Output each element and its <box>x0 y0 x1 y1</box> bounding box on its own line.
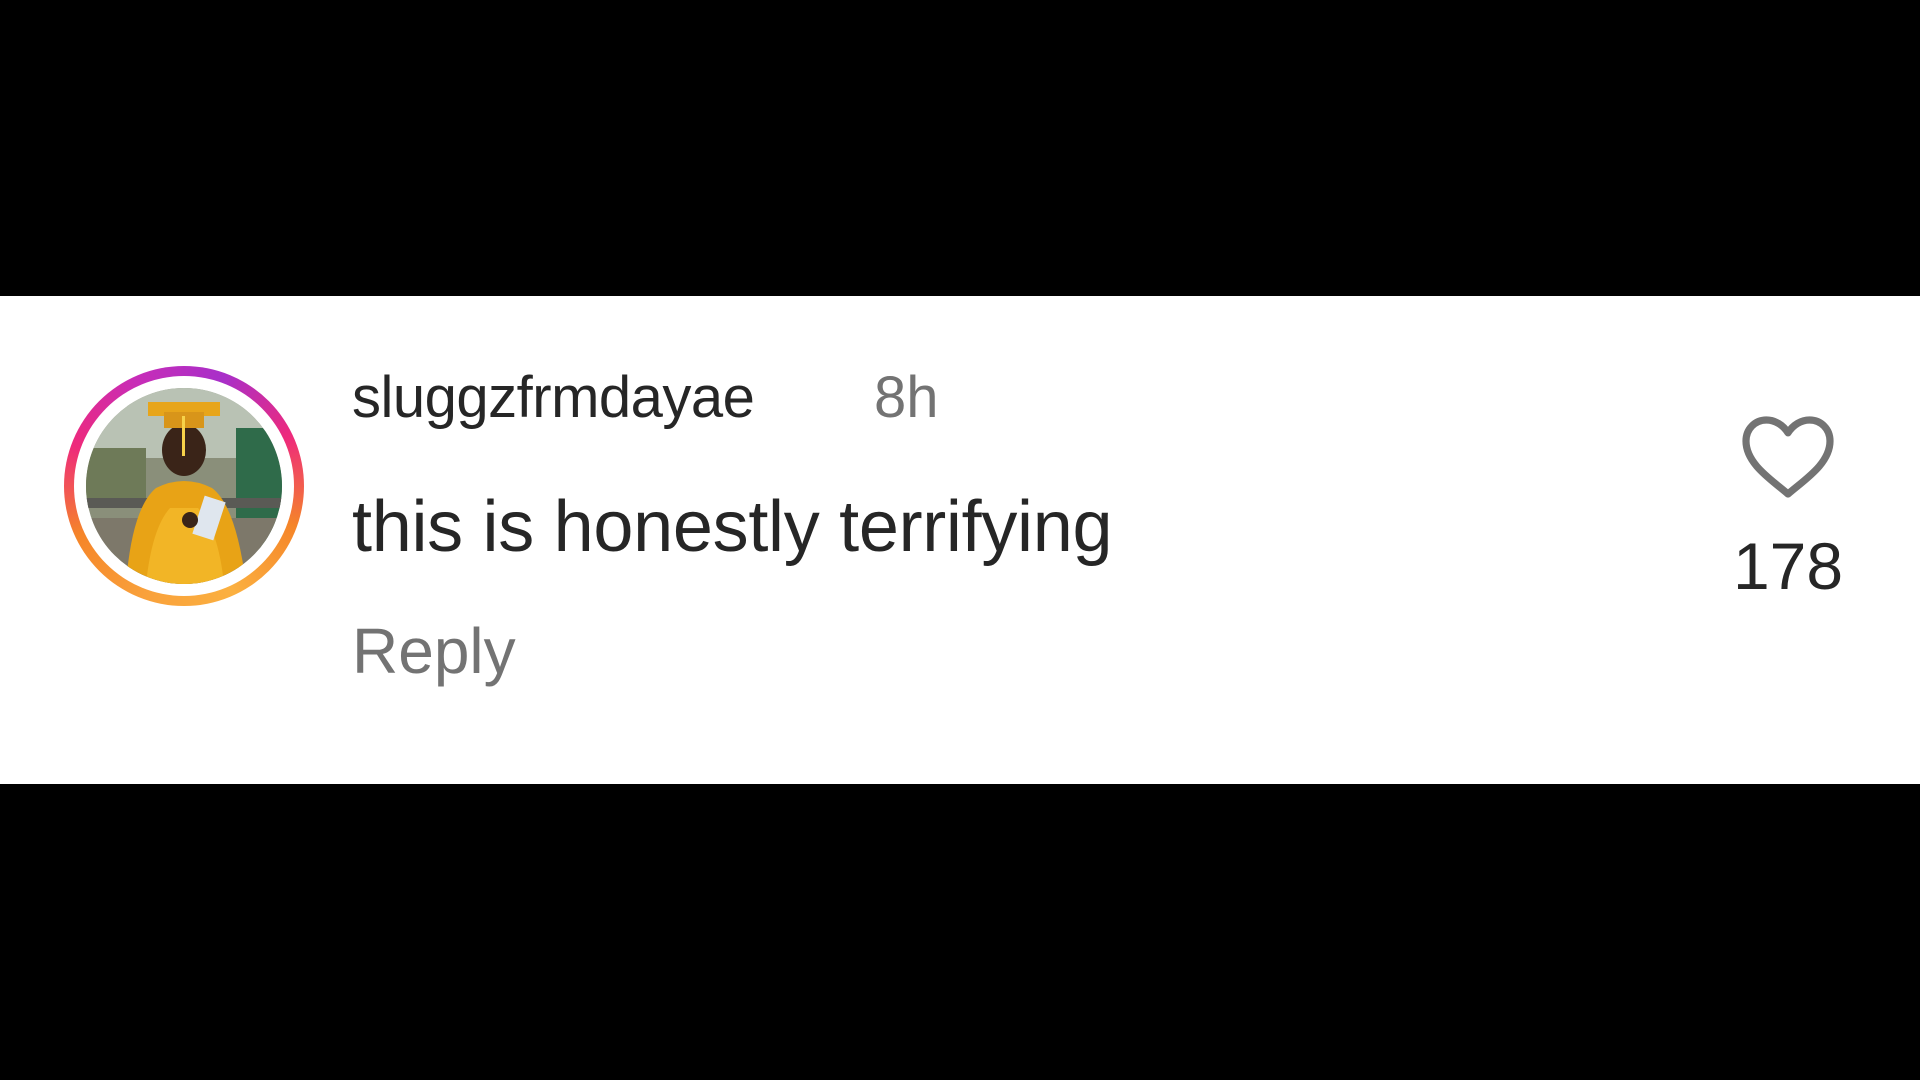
avatar-story-ring[interactable] <box>64 366 304 606</box>
like-count: 178 <box>1732 529 1844 603</box>
comment-timestamp: 8h <box>874 365 939 430</box>
avatar[interactable] <box>86 388 282 584</box>
comment-item: sluggzfrmdayae 8h this is honestly terri… <box>0 296 1920 784</box>
avatar-ring-gap <box>74 376 294 596</box>
comment-username[interactable]: sluggzfrmdayae <box>352 364 755 431</box>
like-button[interactable] <box>1740 414 1836 500</box>
screenshot-frame: sluggzfrmdayae 8h this is honestly terri… <box>0 0 1920 1080</box>
comment-text: this is honestly terrifying <box>352 487 1113 567</box>
heart-outline-icon <box>1742 416 1834 498</box>
avatar-image <box>86 388 282 584</box>
reply-button[interactable]: Reply <box>352 614 516 688</box>
